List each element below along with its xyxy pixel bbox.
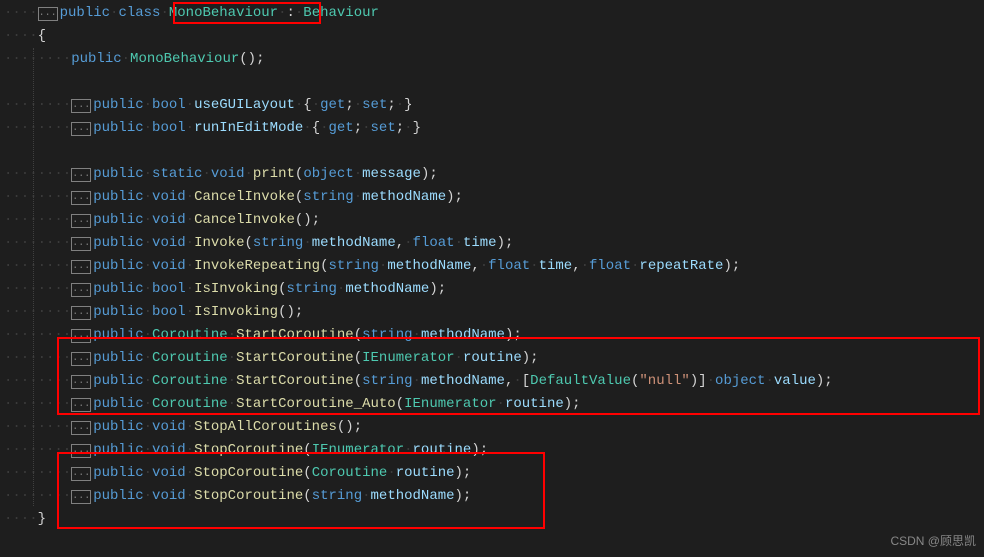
fold-icon[interactable]: ... — [71, 352, 91, 366]
fold-icon[interactable]: ... — [71, 191, 91, 205]
fold-icon[interactable]: ... — [71, 260, 91, 274]
fold-icon[interactable]: ... — [71, 214, 91, 228]
code-line: ········...public·bool·runInEditMode·{·g… — [4, 117, 984, 140]
code-line: ········...public·Coroutine·StartCorouti… — [4, 347, 984, 370]
fold-icon[interactable]: ... — [71, 421, 91, 435]
code-line: ········...public·Coroutine·StartCorouti… — [4, 393, 984, 416]
fold-icon[interactable]: ... — [71, 329, 91, 343]
code-line: ········...public·bool·useGUILayout·{·ge… — [4, 94, 984, 117]
fold-icon[interactable]: ... — [71, 237, 91, 251]
code-line: ········...public·void·CancelInvoke(stri… — [4, 186, 984, 209]
fold-icon[interactable]: ... — [71, 99, 91, 113]
indent-guide — [33, 48, 34, 506]
fold-icon[interactable]: ... — [71, 444, 91, 458]
code-editor: ····...public·class·MonoBehaviour·:·Beha… — [0, 0, 984, 531]
blank-line — [4, 71, 984, 94]
watermark: CSDN @顾思凯 — [890, 530, 976, 553]
blank-line — [4, 140, 984, 163]
code-line: ········public·MonoBehaviour(); — [4, 48, 984, 71]
fold-icon[interactable]: ... — [71, 490, 91, 504]
code-line: ····} — [4, 508, 984, 531]
code-line: ········...public·void·Invoke(string·met… — [4, 232, 984, 255]
code-line: ········...public·bool·IsInvoking(); — [4, 301, 984, 324]
code-line: ········...public·void·CancelInvoke(); — [4, 209, 984, 232]
code-line: ····{ — [4, 25, 984, 48]
fold-icon[interactable]: ... — [71, 398, 91, 412]
code-line: ····...public·class·MonoBehaviour·:·Beha… — [4, 2, 984, 25]
code-line: ········...public·void·StopAllCoroutines… — [4, 416, 984, 439]
fold-icon[interactable]: ... — [71, 375, 91, 389]
fold-icon[interactable]: ... — [71, 283, 91, 297]
code-line: ········...public·void·StopCoroutine(str… — [4, 485, 984, 508]
fold-icon[interactable]: ... — [71, 168, 91, 182]
code-line: ········...public·void·StopCoroutine(IEn… — [4, 439, 984, 462]
code-line: ········...public·void·StopCoroutine(Cor… — [4, 462, 984, 485]
fold-icon[interactable]: ... — [71, 306, 91, 320]
code-line: ········...public·void·InvokeRepeating(s… — [4, 255, 984, 278]
fold-icon[interactable]: ... — [71, 467, 91, 481]
code-line: ········...public·static·void·print(obje… — [4, 163, 984, 186]
code-line: ········...public·Coroutine·StartCorouti… — [4, 370, 984, 393]
fold-icon[interactable]: ... — [71, 122, 91, 136]
fold-icon[interactable]: ... — [38, 7, 58, 21]
code-line: ········...public·Coroutine·StartCorouti… — [4, 324, 984, 347]
code-line: ········...public·bool·IsInvoking(string… — [4, 278, 984, 301]
